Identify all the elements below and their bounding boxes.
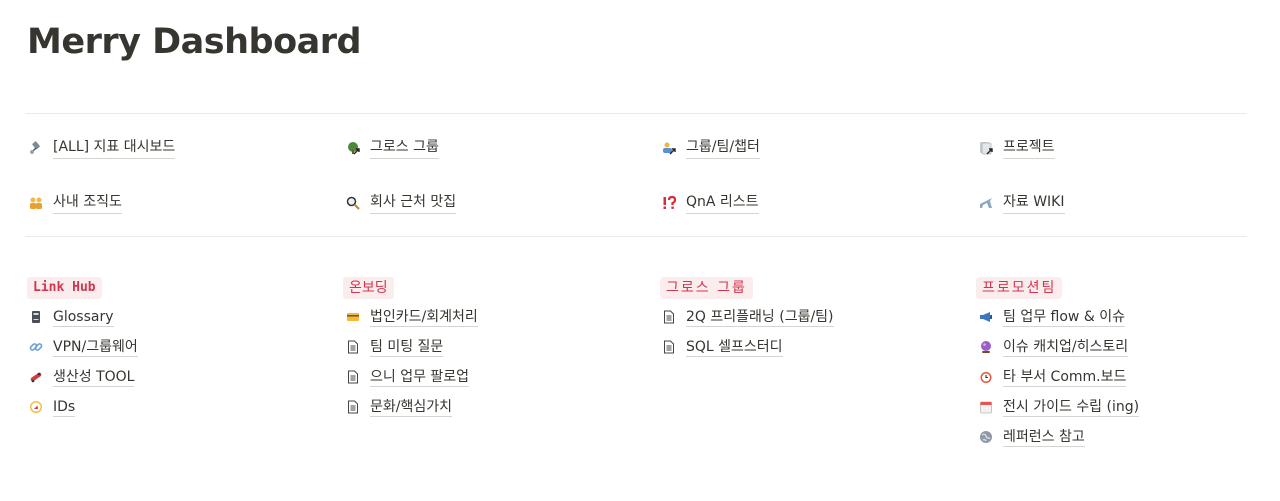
section-heading-promotion-team: 프로모션팀 bbox=[976, 277, 1063, 299]
link-icon bbox=[29, 340, 43, 354]
compass-icon bbox=[29, 400, 43, 414]
link-all-metrics-dashboard[interactable]: [ALL] 지표 대시보드 bbox=[29, 138, 176, 159]
link-label: 그룹/팀/챕터 bbox=[686, 138, 760, 159]
list-item-label: 팀 미팅 질문 bbox=[370, 338, 444, 357]
people-icon bbox=[29, 196, 43, 210]
link-label: 사내 조직도 bbox=[53, 193, 122, 214]
section-heading-onboarding: 온보딩 bbox=[343, 277, 394, 299]
list-item[interactable]: SQL 셀프스터디 bbox=[662, 335, 783, 359]
section-heading-growth-group: 그로스 그룹 bbox=[660, 277, 753, 299]
list-item-label: 이슈 캐치업/히스토리 bbox=[1003, 338, 1129, 357]
link-label: 자료 WIKI bbox=[1003, 193, 1065, 214]
list-item-label: 법인카드/회계처리 bbox=[370, 308, 478, 327]
document-link-icon bbox=[979, 141, 993, 155]
page-icon bbox=[662, 340, 676, 354]
list-item-label: 2Q 프리플래닝 (그룹/팀) bbox=[686, 308, 834, 327]
list-item[interactable]: 문화/핵심가치 bbox=[346, 395, 452, 419]
list-item-label: 전시 가이드 수립 (ing) bbox=[1003, 398, 1140, 417]
link-org-chart[interactable]: 사내 조직도 bbox=[29, 193, 122, 214]
list-item-label: 으니 업무 팔로업 bbox=[370, 368, 470, 387]
magnifier-icon bbox=[346, 196, 360, 210]
list-item[interactable]: 레퍼런스 참고 bbox=[979, 425, 1085, 449]
list-item-label: VPN/그룹웨어 bbox=[53, 338, 138, 357]
list-item-label: 생산성 TOOL bbox=[53, 368, 135, 387]
exclamation-question-icon bbox=[662, 196, 676, 210]
page-icon bbox=[346, 400, 360, 414]
link-label: 그로스 그룹 bbox=[370, 138, 439, 159]
satellite-icon bbox=[29, 141, 43, 155]
credit-card-icon bbox=[346, 310, 360, 324]
link-project[interactable]: 프로젝트 bbox=[979, 138, 1055, 159]
link-label: [ALL] 지표 대시보드 bbox=[53, 138, 176, 159]
list-item-label: IDs bbox=[53, 398, 76, 417]
list-item-label: SQL 셀프스터디 bbox=[686, 338, 783, 357]
airplane-icon bbox=[979, 196, 993, 210]
link-group-team-chapter[interactable]: 그룹/팀/챕터 bbox=[662, 138, 760, 159]
list-item-label: 타 부서 Comm.보드 bbox=[1003, 368, 1127, 387]
link-restaurants[interactable]: 회사 근처 맛집 bbox=[346, 193, 457, 214]
page-icon bbox=[662, 310, 676, 324]
link-label: QnA 리스트 bbox=[686, 193, 759, 214]
book-icon bbox=[29, 310, 43, 324]
list-item-label: 팀 업무 flow & 이슈 bbox=[1003, 308, 1125, 327]
link-label: 회사 근처 맛집 bbox=[370, 193, 457, 214]
section-heading-link-hub: Link Hub bbox=[27, 277, 102, 299]
divider bbox=[25, 236, 1247, 237]
divider bbox=[25, 113, 1247, 114]
link-wiki[interactable]: 자료 WIKI bbox=[979, 193, 1065, 214]
list-item[interactable]: IDs bbox=[29, 395, 76, 419]
list-item[interactable]: 이슈 캐치업/히스토리 bbox=[979, 335, 1129, 359]
list-item[interactable]: 생산성 TOOL bbox=[29, 365, 135, 389]
link-growth-group[interactable]: 그로스 그룹 bbox=[346, 138, 439, 159]
page-icon bbox=[346, 340, 360, 354]
list-item-label: 레퍼런스 참고 bbox=[1003, 428, 1085, 447]
megaphone-icon bbox=[979, 310, 993, 324]
list-item[interactable]: 전시 가이드 수립 (ing) bbox=[979, 395, 1140, 419]
page-icon bbox=[346, 370, 360, 384]
link-qna-list[interactable]: QnA 리스트 bbox=[662, 193, 759, 214]
page-title: Merry Dashboard bbox=[27, 22, 362, 62]
list-item[interactable]: 팀 업무 flow & 이슈 bbox=[979, 305, 1125, 329]
list-item-label: 문화/핵심가치 bbox=[370, 398, 452, 417]
list-item[interactable]: 타 부서 Comm.보드 bbox=[979, 365, 1127, 389]
crystal-ball-icon bbox=[979, 340, 993, 354]
calendar-icon bbox=[979, 400, 993, 414]
list-item[interactable]: 으니 업무 팔로업 bbox=[346, 365, 470, 389]
globe-icon bbox=[979, 430, 993, 444]
list-item[interactable]: Glossary bbox=[29, 305, 114, 329]
list-item[interactable]: 법인카드/회계처리 bbox=[346, 305, 478, 329]
tree-link-icon bbox=[346, 141, 360, 155]
list-item-label: Glossary bbox=[53, 308, 114, 327]
users-link-icon bbox=[662, 141, 676, 155]
list-item[interactable]: VPN/그룹웨어 bbox=[29, 335, 138, 359]
link-label: 프로젝트 bbox=[1003, 138, 1055, 159]
alarm-clock-icon bbox=[979, 370, 993, 384]
list-item[interactable]: 팀 미팅 질문 bbox=[346, 335, 444, 359]
list-item[interactable]: 2Q 프리플래닝 (그룹/팀) bbox=[662, 305, 834, 329]
skateboard-icon bbox=[29, 370, 43, 384]
